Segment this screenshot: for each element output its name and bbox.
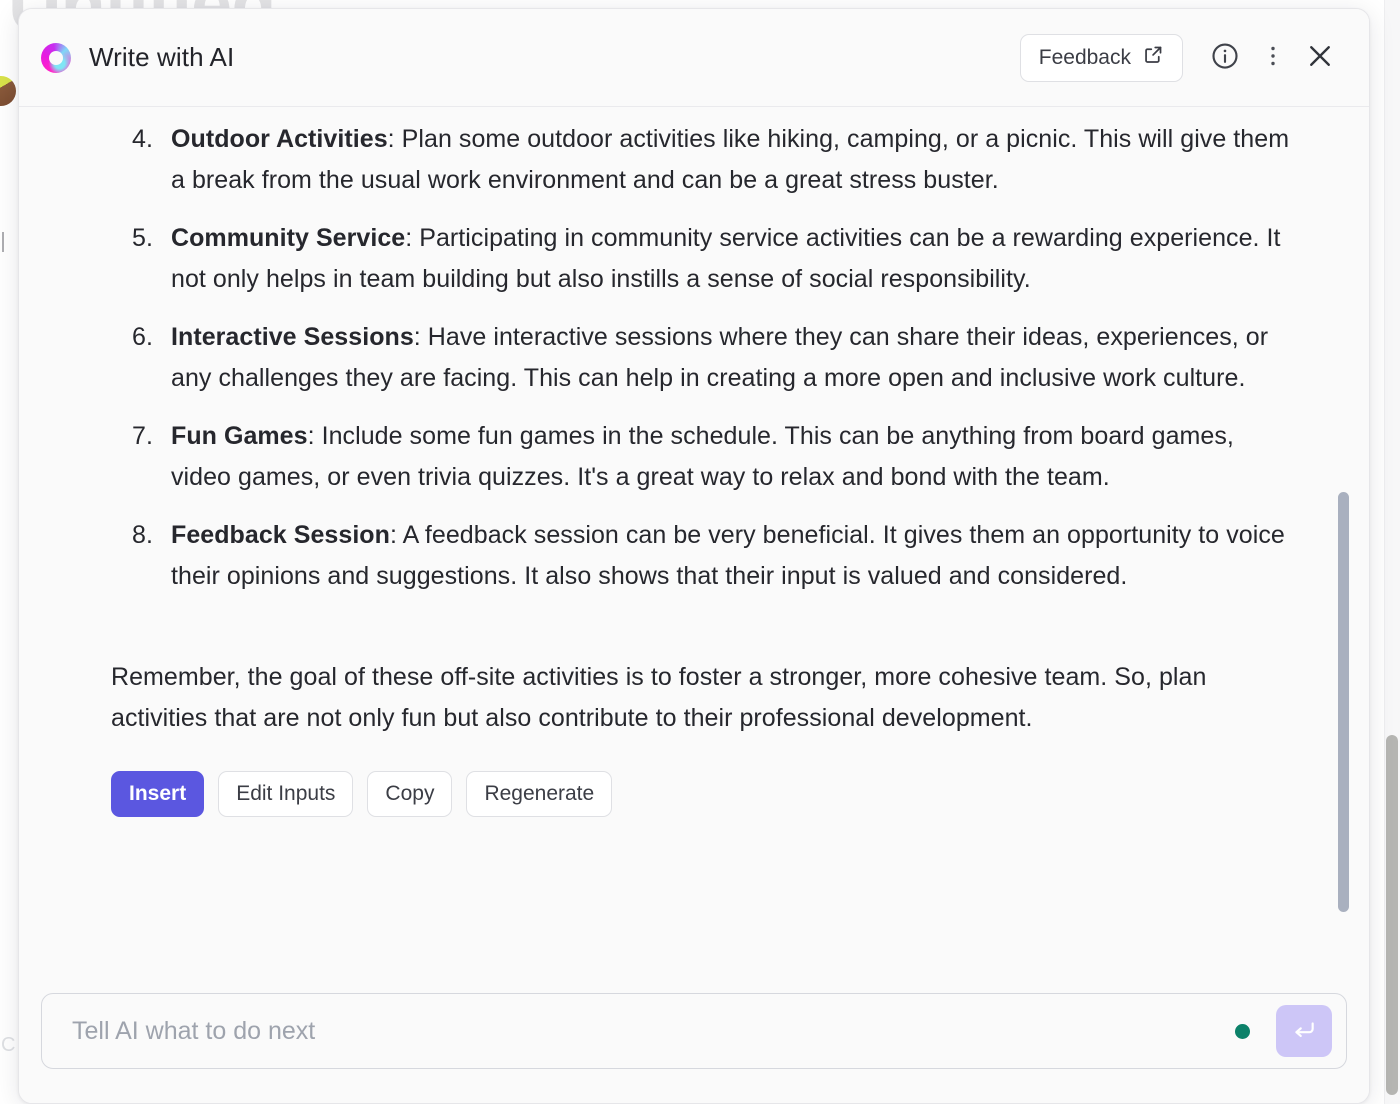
list-item-body: : Include some fun games in the schedule… xyxy=(171,422,1234,491)
list-item: 8. Feedback Session: A feedback session c… xyxy=(53,515,1295,597)
copy-button[interactable]: Copy xyxy=(367,771,453,817)
list-item-number: 4. xyxy=(132,125,153,153)
page-root: Untitled C Write with AI Feedback xyxy=(0,0,1400,1104)
ai-sparkle-ring-icon xyxy=(41,42,71,73)
close-icon xyxy=(1305,41,1335,74)
list-item: 7. Fun Games: Include some fun games in t… xyxy=(53,416,1295,498)
status-indicator-dot xyxy=(1235,1023,1250,1039)
list-item-lead: Community Service xyxy=(171,224,406,252)
edit-inputs-button[interactable]: Edit Inputs xyxy=(218,771,354,817)
text-caret xyxy=(2,232,4,252)
list-item-number: 7. xyxy=(132,422,153,450)
feedback-button[interactable]: Feedback xyxy=(1019,33,1183,82)
more-options-button[interactable] xyxy=(1253,30,1293,86)
ai-suggestion-list: 4. Outdoor Activities: Plan some outdoor … xyxy=(53,119,1295,597)
enter-return-arrow-icon xyxy=(1291,1017,1317,1046)
modal-brand: Write with AI xyxy=(41,42,1020,73)
list-item-lead: Feedback Session xyxy=(171,521,390,549)
ai-response-body: 4. Outdoor Activities: Plan some outdoor … xyxy=(19,107,1369,993)
list-item: 4. Outdoor Activities: Plan some outdoor … xyxy=(53,119,1295,201)
browser-scrollbar-thumb[interactable] xyxy=(1386,735,1398,1095)
response-action-row: Insert Edit Inputs Copy Regenerate xyxy=(111,771,1295,817)
list-item-number: 6. xyxy=(132,323,153,351)
browser-scrollbar[interactable] xyxy=(1384,0,1400,1104)
modal-title: Write with AI xyxy=(89,42,235,72)
modal-body-wrapper: 4. Outdoor Activities: Plan some outdoor … xyxy=(19,107,1369,993)
ai-prompt-input[interactable] xyxy=(70,1015,1223,1047)
list-item: 6. Interactive Sessions: Have interactive… xyxy=(53,317,1295,399)
write-with-ai-modal: Write with AI Feedback 4. Outdoor Activi… xyxy=(18,8,1370,1104)
closing-paragraph: Remember, the goal of these off-site act… xyxy=(111,663,1207,732)
close-button[interactable] xyxy=(1293,30,1347,86)
avatar xyxy=(0,76,16,106)
header-actions: Feedback xyxy=(1019,30,1347,86)
regenerate-button[interactable]: Regenerate xyxy=(466,771,613,817)
info-circle-icon xyxy=(1210,41,1240,74)
modal-header: Write with AI Feedback xyxy=(19,9,1369,107)
list-item-lead: Interactive Sessions xyxy=(171,323,414,351)
list-item-number: 5. xyxy=(132,224,153,252)
feedback-button-label: Feedback xyxy=(1038,45,1131,69)
list-item: 5. Community Service: Participating in co… xyxy=(53,218,1295,300)
background-text: C xyxy=(1,1034,16,1056)
external-link-icon xyxy=(1143,44,1164,71)
insert-button[interactable]: Insert xyxy=(111,771,205,817)
ai-composer xyxy=(41,993,1347,1069)
list-item-lead: Outdoor Activities xyxy=(171,125,388,153)
info-button[interactable] xyxy=(1197,30,1253,86)
list-item-number: 8. xyxy=(132,521,153,549)
send-button[interactable] xyxy=(1276,1005,1332,1057)
modal-footer xyxy=(19,993,1369,1103)
content-scrollbar-thumb[interactable] xyxy=(1338,492,1349,912)
kebab-menu-icon xyxy=(1261,43,1285,72)
list-item-lead: Fun Games xyxy=(171,422,308,450)
